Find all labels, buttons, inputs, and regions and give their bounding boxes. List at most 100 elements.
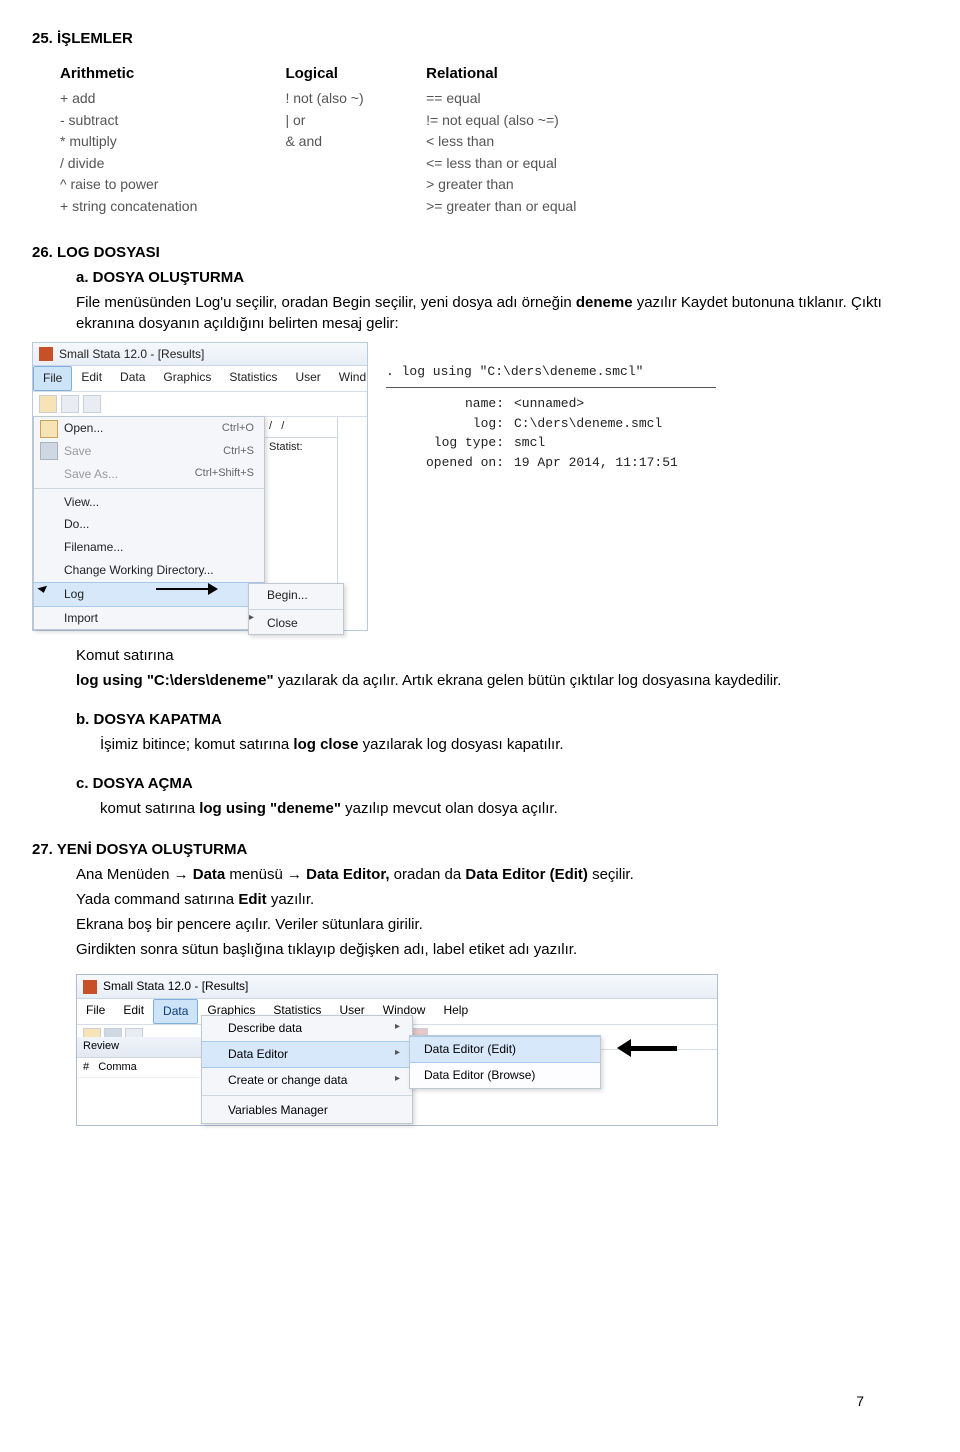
side-label: Statist: — [265, 438, 337, 457]
ops-cell: ! not (also ~) — [285, 88, 426, 110]
file-import[interactable]: Import ▸ — [34, 607, 264, 630]
s26-aftershot-2b: yazılarak da açılır. Artık ekrana gelen … — [274, 672, 782, 689]
file-import-label: Import — [64, 610, 98, 627]
s26-a-body: File menüsünden Log'u seçilir, oradan Be… — [76, 292, 912, 334]
s26-logusing: log using "C:\ders\deneme" — [76, 672, 274, 689]
file-log[interactable]: Log ▸ Begin... Close — [34, 582, 264, 607]
ops-cell: * multiply — [60, 131, 285, 153]
file-filename-label: Filename... — [64, 539, 123, 556]
file-open[interactable]: Open... Ctrl+O — [34, 417, 264, 440]
s26-c-body: komut satırına log using "deneme" yazılı… — [100, 798, 912, 819]
menu-window[interactable]: Wind — [330, 366, 375, 391]
dd-label: Variables Manager — [228, 1102, 328, 1119]
menu-file[interactable]: File — [77, 999, 114, 1024]
operators-table: Arithmetic Logical Relational + add! not… — [60, 61, 670, 218]
ops-col-arithmetic: Arithmetic — [60, 61, 285, 88]
s26-a-deneme: deneme — [576, 294, 633, 311]
file-save-label: Save — [64, 443, 91, 460]
menu-file[interactable]: File — [33, 366, 72, 391]
hand-arrow-icon — [613, 1039, 685, 1057]
file-save: Save Ctrl+S — [34, 440, 264, 463]
dd-label: Data Editor — [228, 1046, 288, 1063]
screenshot-data-menu: Small Stata 12.0 - [Results] File Edit D… — [76, 974, 718, 1126]
file-log-label: Log — [64, 586, 84, 603]
log-close-label: Close — [267, 615, 298, 632]
s26-b-text2: yazılarak log dosyası kapatılır. — [358, 736, 563, 753]
s27-line4: Girdikten sonra sütun başlığına tıklayıp… — [76, 939, 912, 960]
toolbar-open-icon[interactable] — [39, 395, 57, 413]
toolbar-icon[interactable] — [61, 395, 79, 413]
s26-b-label: b. DOSYA KAPATMA — [76, 709, 912, 730]
ops-cell: & and — [285, 131, 426, 153]
ops-cell: + string concatenation — [60, 196, 285, 218]
file-filename[interactable]: Filename... — [34, 536, 264, 559]
menu-user[interactable]: User — [286, 366, 329, 391]
log-separator — [386, 387, 716, 388]
section-26-title: 26. LOG DOSYASI — [32, 242, 912, 263]
s26-aftershot-2: log using "C:\ders\deneme" yazılarak da … — [76, 670, 912, 691]
file-dropdown: Open... Ctrl+O Save Ctrl+S Save As... Ct… — [33, 416, 265, 630]
s26-logclose: log close — [293, 736, 358, 753]
menu-data[interactable]: Data — [153, 999, 198, 1024]
s27-t: oradan da — [390, 866, 466, 883]
data-create-change[interactable]: Create or change data ▸ — [202, 1068, 412, 1093]
menu-separator — [34, 488, 264, 489]
window-title: Small Stata 12.0 - [Results] — [103, 978, 248, 995]
s27-edit: Edit — [238, 891, 266, 908]
ops-cell: != not equal (also ~=) — [426, 110, 670, 132]
s27-t: Yada command satırına — [76, 891, 238, 908]
menu-statistics[interactable]: Statistics — [220, 366, 286, 391]
log-output: . log using "C:\ders\deneme.smcl" name:<… — [386, 362, 716, 473]
submenu-arrow-icon: ▸ — [395, 1020, 400, 1037]
ops-cell: == equal — [426, 88, 670, 110]
section-25-title: 25. İŞLEMLER — [32, 28, 912, 49]
data-describe[interactable]: Describe data ▸ — [202, 1016, 412, 1041]
menu-help[interactable]: Help — [434, 999, 477, 1024]
ops-cell: / divide — [60, 153, 285, 175]
data-editor-browse[interactable]: Data Editor (Browse) — [410, 1063, 600, 1088]
s26-aftershot-1: Komut satırına — [76, 645, 912, 666]
menu-edit[interactable]: Edit — [72, 366, 111, 391]
data-editor[interactable]: Data Editor ▸ — [202, 1041, 412, 1068]
s26-c-label: c. DOSYA AÇMA — [76, 773, 912, 794]
window-title: Small Stata 12.0 - [Results] — [59, 346, 204, 363]
submenu-arrow-icon: ▸ — [395, 1046, 400, 1063]
stata-app-icon — [83, 980, 97, 994]
toolbar-icon[interactable] — [83, 395, 101, 413]
log-begin-label: Begin... — [267, 587, 308, 604]
ops-cell: >= greater than or equal — [426, 196, 670, 218]
file-open-label: Open... — [64, 420, 103, 437]
s27-t: yazılır. — [267, 891, 315, 908]
menu-data[interactable]: Data — [111, 366, 154, 391]
menu-edit[interactable]: Edit — [114, 999, 153, 1024]
log-opened-val: 19 Apr 2014, 11:17:51 — [514, 453, 678, 473]
file-do[interactable]: Do... — [34, 513, 264, 536]
file-saveas-label: Save As... — [64, 466, 118, 483]
log-name-val: <unnamed> — [514, 394, 584, 414]
file-view[interactable]: View... — [34, 491, 264, 514]
data-dropdown: Describe data ▸ Data Editor ▸ Create or ch… — [201, 1015, 413, 1123]
s27-t: seçilir. — [588, 866, 634, 883]
dd-label: Describe data — [228, 1020, 302, 1037]
page-number: 7 — [856, 1392, 864, 1412]
dd-label: Create or change data — [228, 1072, 347, 1089]
log-begin[interactable]: Begin... — [249, 584, 343, 607]
submenu-arrow-icon: ▸ — [395, 1072, 400, 1089]
file-saveas: Save As... Ctrl+Shift+S — [34, 463, 264, 486]
data-editor-submenu: Data Editor (Edit) Data Editor (Browse) — [409, 1035, 601, 1089]
menu-graphics[interactable]: Graphics — [154, 366, 220, 391]
log-name-key: name: — [386, 394, 514, 414]
s26-a-text: File menüsünden Log'u seçilir, oradan Be… — [76, 294, 576, 311]
log-opened-key: opened on: — [386, 453, 514, 473]
data-editor-edit[interactable]: Data Editor (Edit) — [410, 1036, 600, 1063]
file-saveas-shortcut: Ctrl+Shift+S — [195, 466, 254, 481]
s27-line2: Yada command satırına Edit yazılır. — [76, 889, 912, 910]
s27-line1: Ana Menüden → Data menüsü → Data Editor,… — [76, 864, 912, 885]
ops-cell: - subtract — [60, 110, 285, 132]
data-varmanager[interactable]: Variables Manager — [202, 1098, 412, 1123]
ops-cell — [285, 153, 426, 175]
file-cwd-label: Change Working Directory... — [64, 562, 214, 579]
menubar: File Edit Data Graphics Statistics User … — [33, 366, 367, 392]
file-cwd[interactable]: Change Working Directory... — [34, 559, 264, 582]
ops-cell: > greater than — [426, 174, 670, 196]
